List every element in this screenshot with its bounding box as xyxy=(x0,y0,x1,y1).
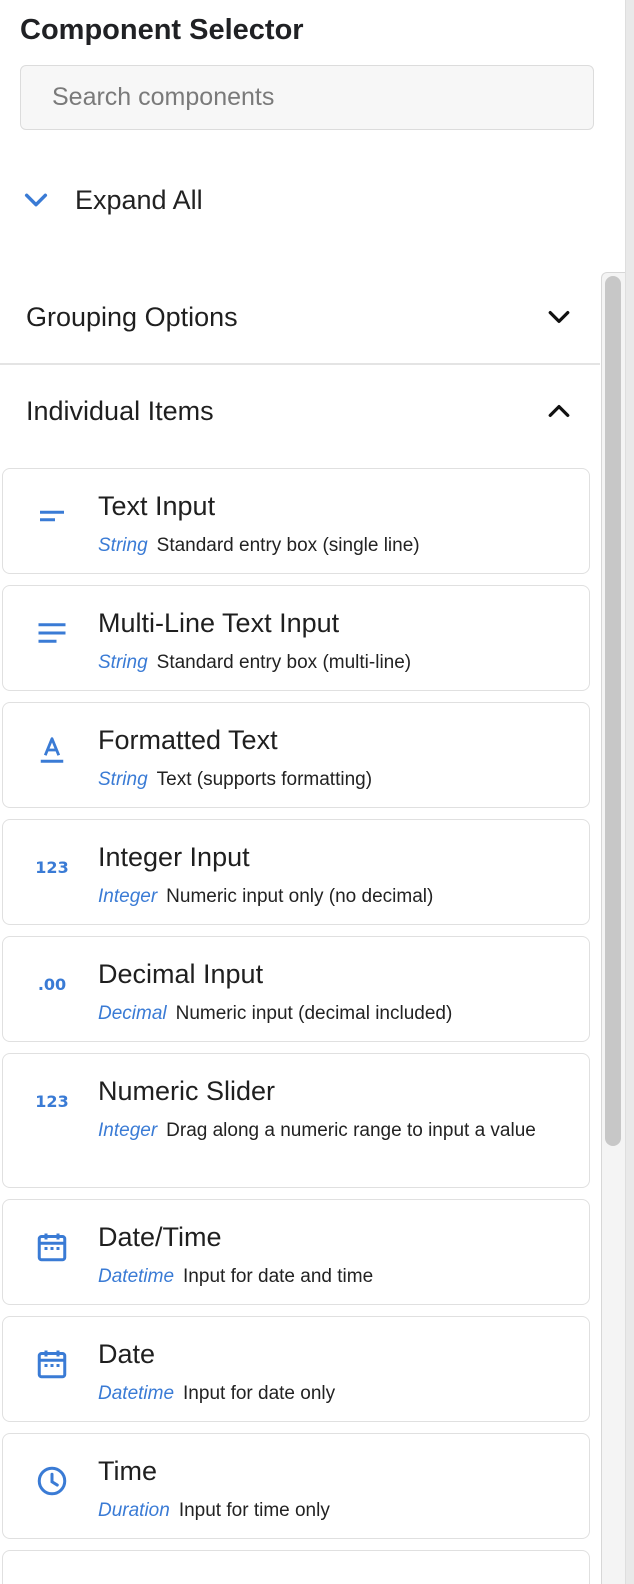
item-name: Decimal Input xyxy=(98,959,264,989)
item-description: Standard entry box (multi-line) xyxy=(156,652,412,673)
clock-icon xyxy=(34,1463,70,1499)
section-label: Individual Items xyxy=(26,395,214,426)
section-grouping-options[interactable]: Grouping Options xyxy=(0,270,600,364)
chevron-down-icon xyxy=(24,193,48,207)
component-item-integer-input[interactable]: 123 Integer Input Integer Numeric input … xyxy=(2,819,590,925)
component-item-text-input[interactable]: Text Input String Standard entry box (si… xyxy=(2,468,590,574)
window-edge xyxy=(625,0,634,1584)
item-description-row: String Text (supports formatting) xyxy=(98,765,559,794)
component-item-time[interactable]: Time Duration Input for time only xyxy=(2,1433,590,1539)
item-description: Numeric input only (no decimal) xyxy=(166,886,434,907)
item-description-row: String Standard entry box (single line) xyxy=(98,531,559,560)
component-selector-panel: Component Selector Expand All Grouping O… xyxy=(0,0,634,1584)
expand-all-label: Expand All xyxy=(75,184,203,215)
item-name: Multi-Line Text Input xyxy=(98,608,340,638)
decimal-icon: .00 xyxy=(34,966,70,1002)
component-item-numeric-slider[interactable]: 123 Numeric Slider Integer Drag along a … xyxy=(2,1053,590,1188)
item-name: Date/Time xyxy=(98,1222,222,1252)
scrollbar-thumb[interactable] xyxy=(605,276,621,1146)
number-123-glyph: 123 xyxy=(35,1091,69,1111)
item-description-row: String Standard entry box (multi-line) xyxy=(98,648,559,677)
item-name: Time xyxy=(98,1456,157,1486)
component-item-multi-line-text-input[interactable]: Multi-Line Text Input String Standard en… xyxy=(2,585,590,691)
expand-all-button[interactable]: Expand All xyxy=(20,178,203,222)
chevron-down-icon xyxy=(548,311,570,323)
item-description: Input for date only xyxy=(183,1383,336,1404)
page-title: Component Selector xyxy=(20,14,304,46)
number-123-icon: 123 xyxy=(34,1083,70,1119)
item-description-row: Datetime Input for date and time xyxy=(98,1262,559,1291)
item-description: Drag along a numeric range to input a va… xyxy=(166,1120,536,1141)
item-description-row: Decimal Numeric input (decimal included) xyxy=(98,999,559,1028)
component-item-formatted-text[interactable]: Formatted Text String Text (supports for… xyxy=(2,702,590,808)
item-description: Text (supports formatting) xyxy=(156,769,373,790)
short-text-icon xyxy=(34,498,70,534)
item-description: Input for time only xyxy=(178,1500,330,1521)
item-name: Text Input xyxy=(98,491,216,521)
item-type: Datetime xyxy=(98,1266,175,1287)
section-individual-items[interactable]: Individual Items xyxy=(0,364,600,458)
number-123-glyph: 123 xyxy=(35,857,69,877)
component-item-next[interactable] xyxy=(2,1550,590,1584)
calendar-icon xyxy=(34,1346,70,1382)
item-description: Standard entry box (single line) xyxy=(156,535,420,556)
item-name: Integer Input xyxy=(98,842,250,872)
item-type: Integer xyxy=(98,886,158,907)
item-description-row: Duration Input for time only xyxy=(98,1496,559,1525)
item-name: Date xyxy=(98,1339,156,1369)
item-name: Formatted Text xyxy=(98,725,278,755)
text-format-icon xyxy=(34,732,70,768)
item-description-row: Integer Drag along a numeric range to in… xyxy=(98,1116,559,1145)
item-type: Integer xyxy=(98,1120,158,1141)
component-item-date-time[interactable]: Date/Time Datetime Input for date and ti… xyxy=(2,1199,590,1305)
item-type: String xyxy=(98,769,148,790)
item-description-row: Datetime Input for date only xyxy=(98,1379,559,1408)
item-type: Datetime xyxy=(98,1383,175,1404)
item-name: Numeric Slider xyxy=(98,1076,276,1106)
item-description: Input for date and time xyxy=(183,1266,374,1287)
item-description: Numeric input (decimal included) xyxy=(175,1003,453,1024)
item-type: Duration xyxy=(98,1500,170,1521)
calendar-icon xyxy=(34,1229,70,1265)
chevron-up-icon xyxy=(548,405,570,417)
item-type: Decimal xyxy=(98,1003,167,1024)
component-item-decimal-input[interactable]: .00 Decimal Input Decimal Numeric input … xyxy=(2,936,590,1042)
search-input[interactable] xyxy=(20,65,594,130)
decimal-glyph: .00 xyxy=(37,974,67,994)
item-description-row: Integer Numeric input only (no decimal) xyxy=(98,882,559,911)
number-123-icon: 123 xyxy=(34,849,70,885)
section-label: Grouping Options xyxy=(26,301,238,332)
item-type: String xyxy=(98,652,148,673)
notes-icon xyxy=(34,615,70,651)
component-item-date[interactable]: Date Datetime Input for date only xyxy=(2,1316,590,1422)
item-type: String xyxy=(98,535,148,556)
